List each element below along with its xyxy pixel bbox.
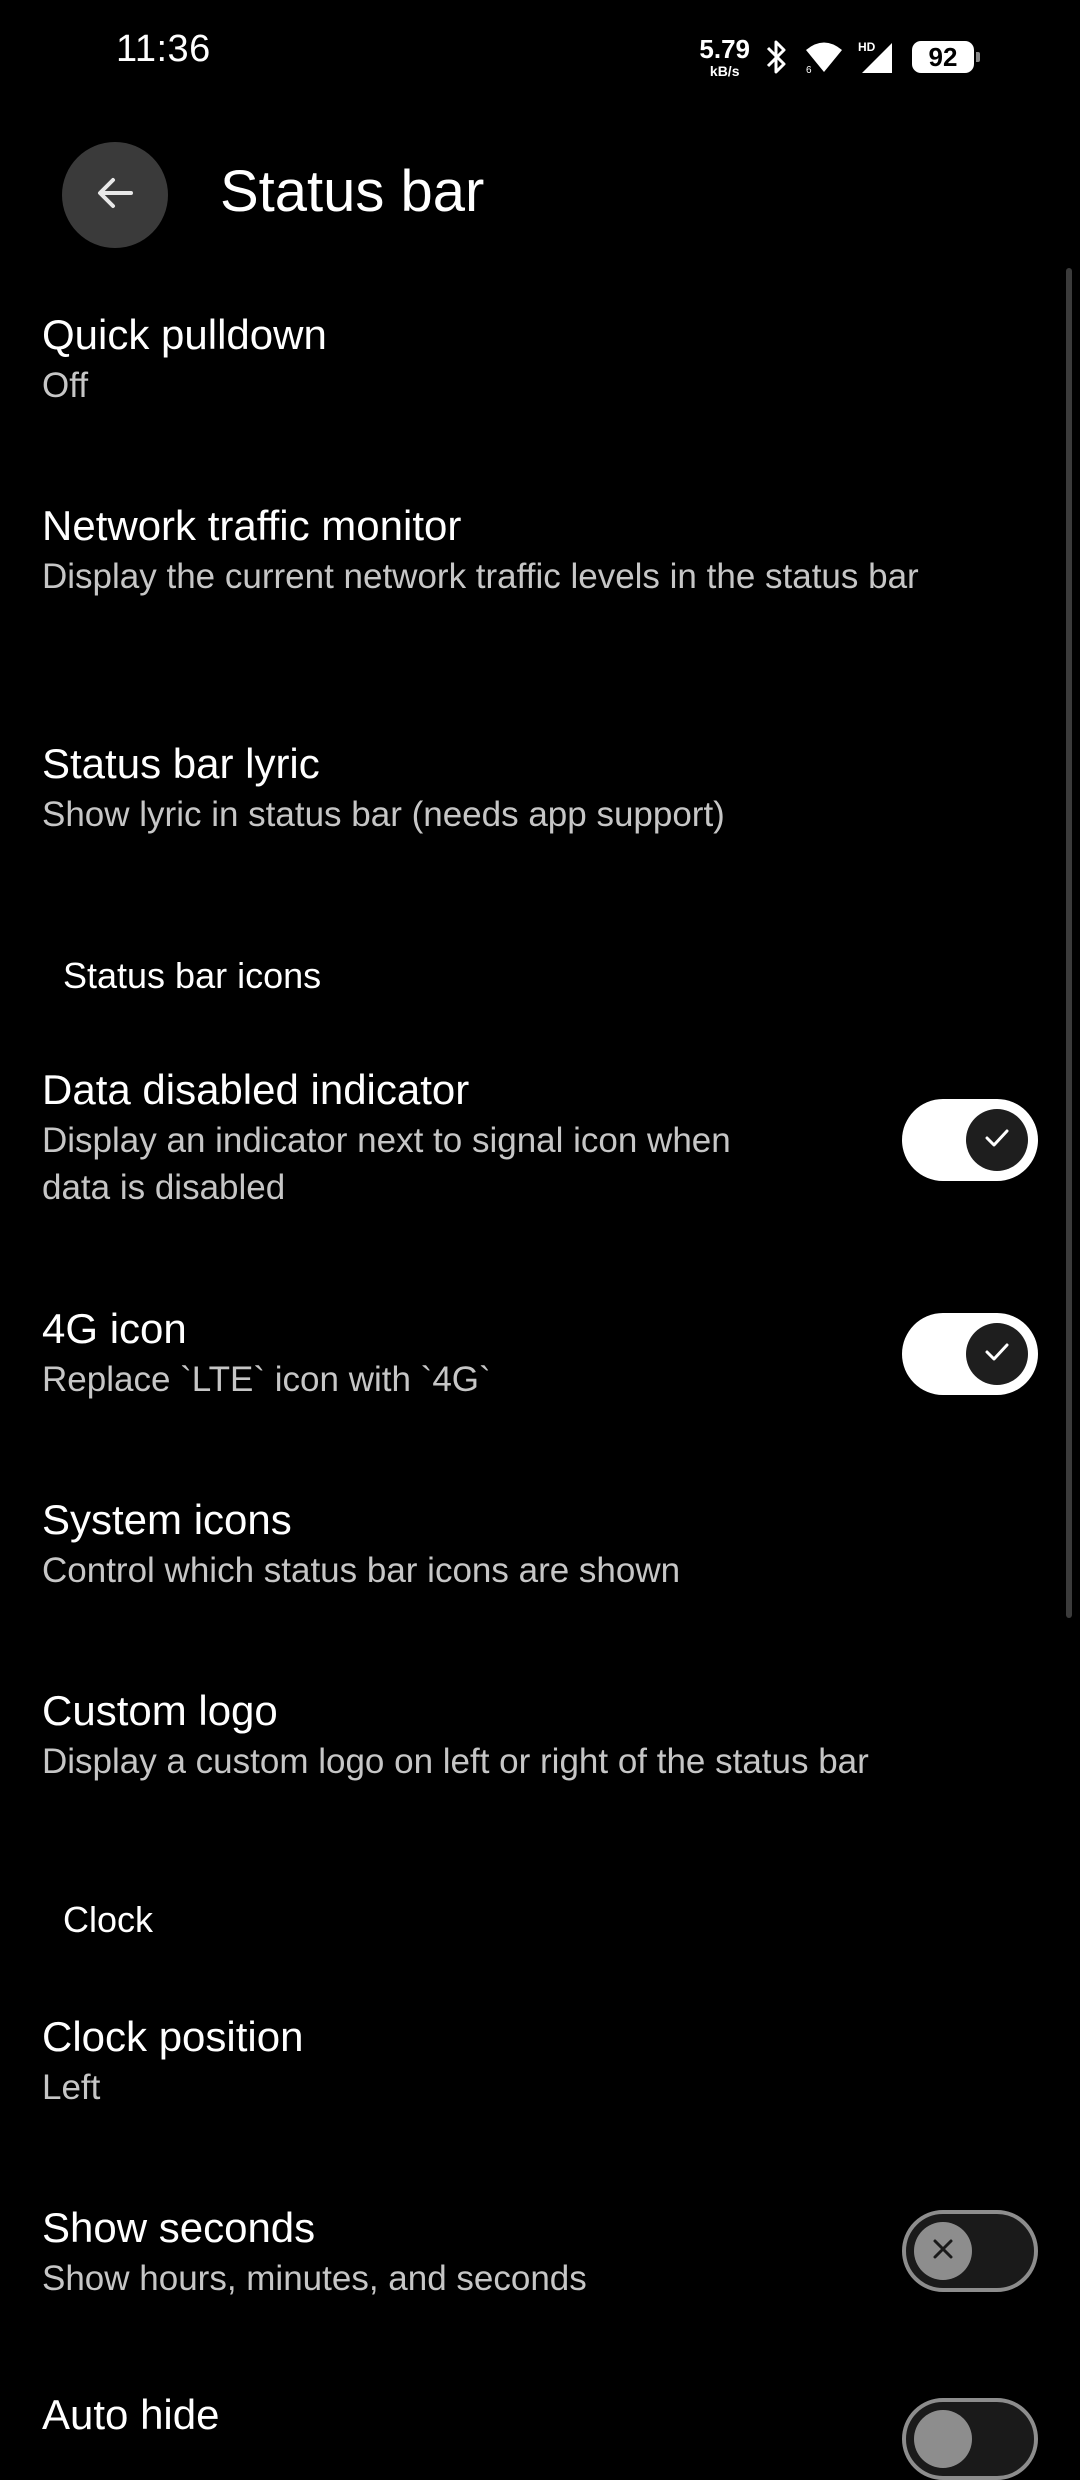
4g-icon-toggle[interactable] [902,1313,1038,1395]
network-speed-unit: kB/s [709,63,740,79]
page-title: Status bar [220,159,485,224]
status-bar-lyric-item[interactable]: Status bar lyric Show lyric in status ba… [42,737,1042,838]
item-summary: Control which status bar icons are shown [42,1551,681,1590]
section-header-clock: Clock [63,1899,154,1940]
status-time: 11:36 [116,28,211,70]
show-seconds-toggle[interactable] [902,2210,1038,2292]
item-summary: Display the current network traffic leve… [42,557,919,596]
arrow-left-icon [93,171,137,220]
data-disabled-indicator-item[interactable]: Data disabled indicator Display an indic… [42,1063,1042,1211]
item-summary: Display an indicator next to signal icon… [42,1121,731,1207]
item-title: Show seconds [42,2204,316,2251]
auto-hide-item[interactable]: Auto hide [42,2388,1042,2442]
item-title: Network traffic monitor [42,502,462,549]
app-bar: Status bar [0,110,1080,280]
wifi-icon: 6 [804,39,844,75]
item-summary: Display a custom logo on left or right o… [42,1742,869,1781]
item-title: Status bar lyric [42,740,320,787]
data-disabled-indicator-toggle[interactable] [902,1099,1038,1181]
toggle-thumb [966,1109,1028,1171]
4g-icon-item[interactable]: 4G icon Replace `LTE` icon with `4G` [42,1302,1042,1403]
item-summary: Show lyric in status bar (needs app supp… [42,795,725,834]
scrollbar[interactable] [1066,268,1072,1618]
item-summary: Replace `LTE` icon with `4G` [42,1360,491,1399]
item-title: Quick pulldown [42,311,327,358]
svg-text:6: 6 [806,65,812,75]
custom-logo-item[interactable]: Custom logo Display a custom logo on lef… [42,1684,1042,1785]
item-title: System icons [42,1496,292,1543]
cellular-signal-icon: HD [858,39,898,75]
item-title: Custom logo [42,1687,278,1734]
item-title: Data disabled indicator [42,1066,470,1113]
item-title: 4G icon [42,1305,187,1352]
item-title: Clock position [42,2013,304,2060]
toggle-thumb [966,1323,1028,1385]
check-icon [982,1337,1012,1372]
item-summary: Off [42,366,89,405]
svg-text:HD: HD [858,40,876,54]
system-status-bar: 11:36 5.79 kB/s 6 HD 92 [0,0,1080,110]
item-summary: Left [42,2068,101,2107]
quick-pulldown-item[interactable]: Quick pulldown Off [42,308,1042,409]
network-speed: 5.79 kB/s [699,36,750,78]
battery-indicator: 92 [912,41,980,73]
status-icons: 5.79 kB/s 6 HD 92 [699,32,980,82]
section-header-status-bar-icons: Status bar icons [63,955,322,996]
clock-position-item[interactable]: Clock position Left [42,2010,1042,2111]
back-button[interactable] [62,142,168,248]
auto-hide-toggle[interactable] [902,2398,1038,2480]
network-speed-value: 5.79 [699,34,750,64]
network-traffic-monitor-item[interactable]: Network traffic monitor Display the curr… [42,499,1042,600]
toggle-thumb [914,2222,972,2280]
item-title: Auto hide [42,2391,220,2438]
show-seconds-item[interactable]: Show seconds Show hours, minutes, and se… [42,2201,1042,2302]
system-icons-item[interactable]: System icons Control which status bar ic… [42,1493,1042,1594]
toggle-thumb [914,2410,972,2468]
item-summary: Show hours, minutes, and seconds [42,2259,587,2298]
close-icon [930,2236,956,2267]
check-icon [982,1123,1012,1158]
bluetooth-icon [764,39,790,75]
